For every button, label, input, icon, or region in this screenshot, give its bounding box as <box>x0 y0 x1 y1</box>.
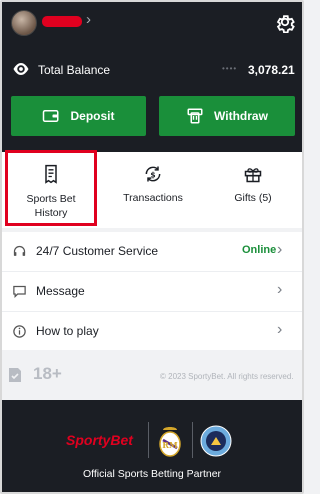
sportybet-logo: SportyBet <box>66 432 133 448</box>
copyright-text: © 2023 SportyBet. All rights reserved. <box>160 372 294 381</box>
redacted-username[interactable] <box>42 16 82 27</box>
selection-highlight <box>5 150 97 226</box>
deposit-button[interactable]: Deposit <box>11 96 146 136</box>
message-label: Message <box>36 284 85 298</box>
partner-banner: SportyBet RM Official Sports Betting Par… <box>2 400 302 492</box>
how-to-play-label: How to play <box>36 324 99 338</box>
gifts-button[interactable]: Gifts (5) <box>204 152 302 228</box>
withdraw-icon <box>187 108 203 124</box>
footer-strip: 18+ © 2023 SportyBet. All rights reserve… <box>2 350 302 400</box>
man-city-crest-icon <box>200 425 232 457</box>
menu-item-how-to-play[interactable]: How to play › <box>2 312 302 352</box>
divider <box>148 422 149 458</box>
wallet-icon <box>43 110 59 122</box>
transactions-label: Transactions <box>123 192 183 204</box>
chevron-right-icon: › <box>277 281 283 298</box>
avatar[interactable] <box>11 10 37 36</box>
headset-icon <box>13 245 26 256</box>
chevron-right-icon: › <box>277 321 283 338</box>
menu-item-message[interactable]: Message › <box>2 272 302 312</box>
gifts-label: Gifts (5) <box>234 192 272 204</box>
balance-value: 3,078.21 <box>248 63 295 77</box>
real-madrid-crest-icon: RM <box>159 427 181 457</box>
age-badge: 18+ <box>33 364 62 383</box>
divider <box>192 422 193 458</box>
gift-icon <box>244 168 262 183</box>
svg-text:$: $ <box>150 170 155 179</box>
customer-service-label: 24/7 Customer Service <box>36 244 159 258</box>
partner-caption: Official Sports Betting Partner <box>82 468 222 480</box>
chevron-right-icon[interactable]: › <box>86 11 91 28</box>
chevron-right-icon: › <box>277 241 283 258</box>
masked-dots: •••• <box>222 64 238 73</box>
withdraw-button[interactable]: Withdraw <box>159 96 295 136</box>
dollar-exchange-icon: $ <box>145 166 161 182</box>
deposit-label: Deposit <box>70 109 115 123</box>
menu-list: 24/7 Customer Service Online › Message ›… <box>2 232 302 352</box>
info-icon <box>13 325 26 338</box>
eye-icon[interactable] <box>12 62 30 76</box>
account-header: › Total Balance •••• 3,078.21 Deposit Wi… <box>2 2 302 152</box>
transactions-button[interactable]: $ Transactions <box>105 152 201 228</box>
gear-icon[interactable] <box>274 11 296 33</box>
menu-item-customer-service[interactable]: 24/7 Customer Service Online › <box>2 232 302 272</box>
app-frame: › Total Balance •••• 3,078.21 Deposit Wi… <box>0 0 304 494</box>
svg-text:RM: RM <box>162 440 178 450</box>
online-status: Online <box>242 244 277 256</box>
balance-label: Total Balance <box>38 63 111 77</box>
withdraw-label: Withdraw <box>214 109 268 123</box>
license-icon <box>9 368 21 382</box>
message-icon <box>13 285 26 299</box>
